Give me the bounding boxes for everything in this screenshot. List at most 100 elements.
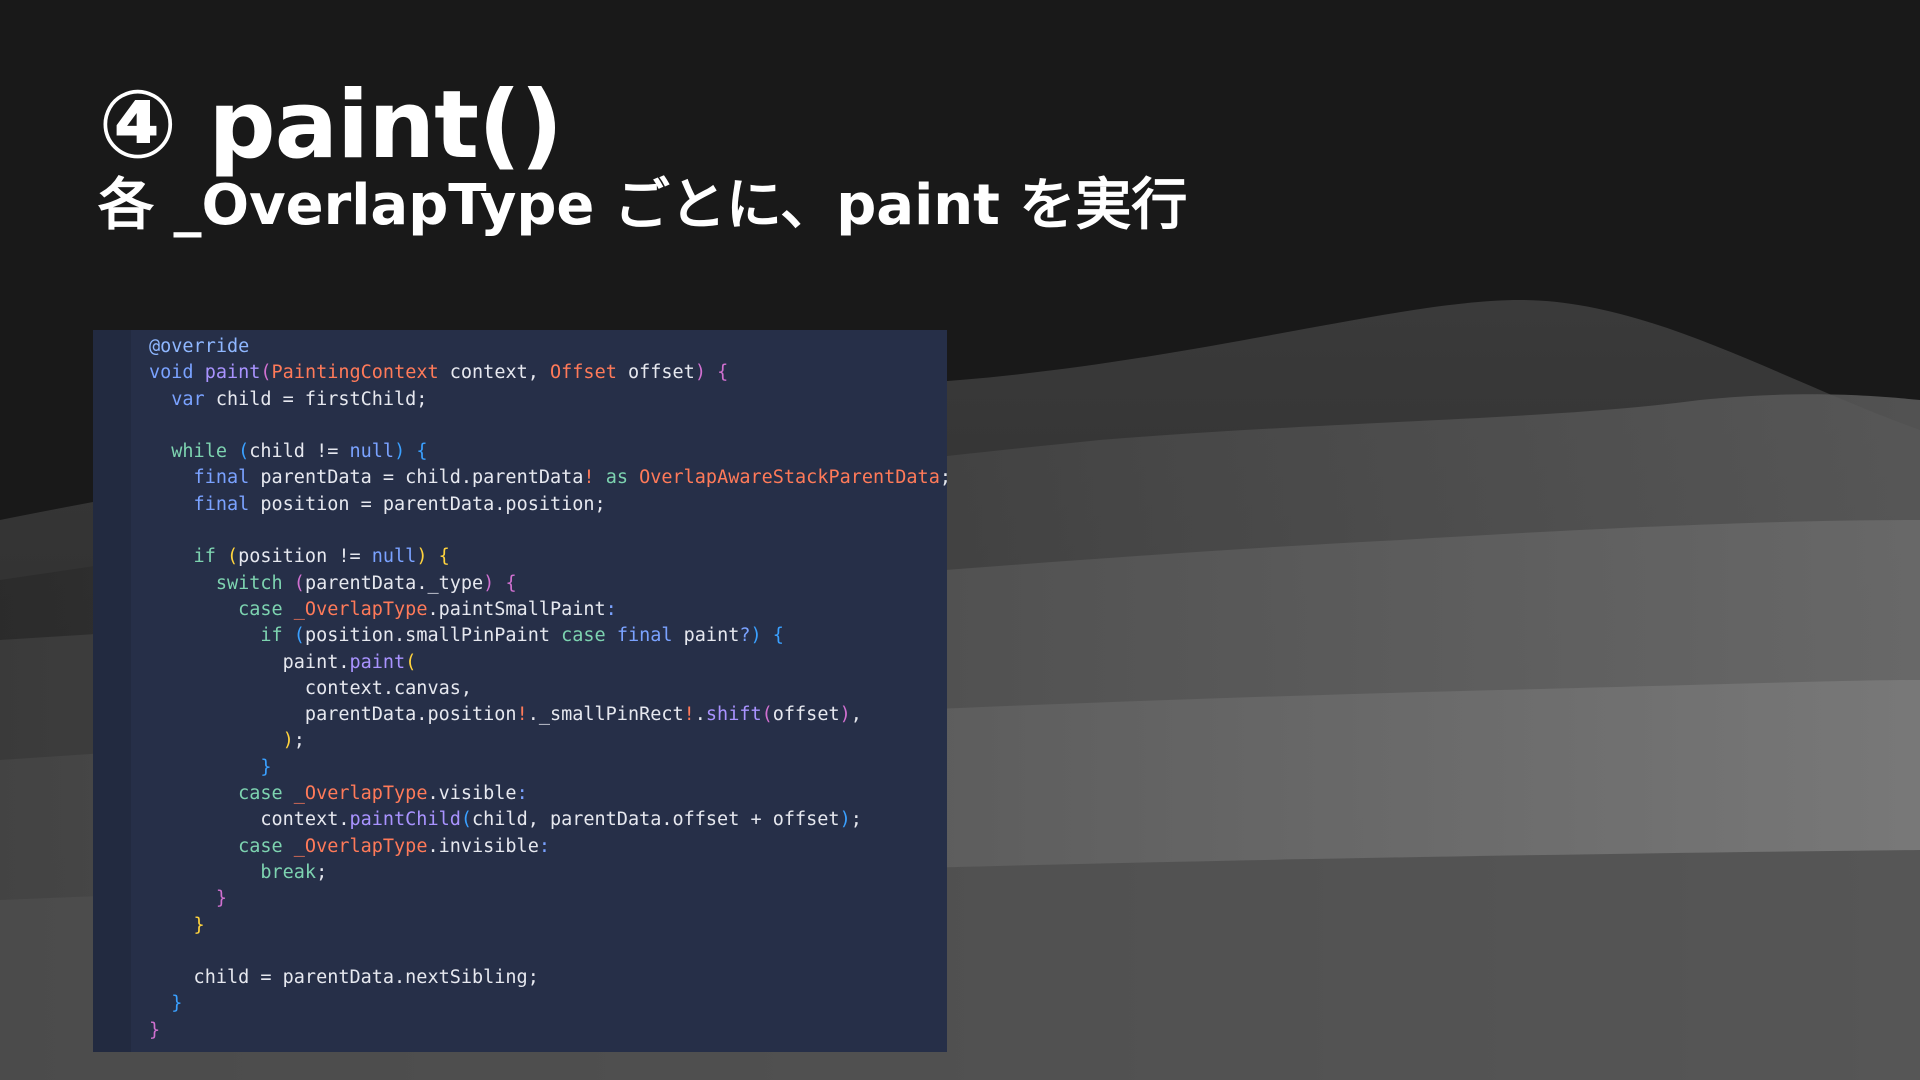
code-token: (	[293, 572, 305, 594]
code-token: {	[438, 546, 450, 568]
code-token: {	[505, 572, 517, 594]
code-token: (	[226, 546, 239, 568]
code-line: if (position != null) {	[149, 544, 947, 570]
code-token: switch	[149, 572, 294, 594]
code-token: final	[149, 493, 261, 515]
code-token: parentData = child.parentData	[260, 467, 584, 489]
code-line: @override	[149, 334, 947, 360]
code-line: }	[149, 991, 947, 1017]
code-line: parentData.position!._smallPinRect!.shif…	[149, 702, 947, 728]
code-token: paint.	[149, 651, 350, 673]
code-token: !	[683, 704, 695, 726]
slide-subtitle: 各 _OverlapType ごとに、paint を実行	[98, 173, 1188, 238]
code-token: shift	[705, 704, 762, 726]
code-token: .visible	[427, 783, 517, 805]
code-token: var	[149, 388, 216, 410]
code-token: }	[149, 888, 227, 910]
code-token: null	[349, 441, 395, 463]
code-line: void paint(PaintingContext context, Offs…	[149, 360, 947, 386]
code-line: }	[149, 1018, 947, 1044]
code-line: final parentData = child.parentData! as …	[149, 465, 947, 491]
code-line: switch (parentData._type) {	[149, 571, 947, 597]
code-token: void	[149, 362, 205, 384]
code-token: null	[371, 546, 417, 568]
code-token: ;	[940, 467, 947, 488]
code-token: {	[772, 625, 784, 647]
code-line: case _OverlapType.visible:	[149, 781, 947, 807]
code-token: paint	[204, 362, 261, 384]
code-token: context.	[149, 809, 350, 831]
code-line: }	[149, 755, 947, 781]
code-line: }	[149, 886, 947, 912]
code-token: if	[149, 625, 294, 647]
code-token: {	[717, 362, 729, 384]
code-token: offset	[616, 362, 695, 384]
code-token: }	[149, 914, 205, 936]
code-token: !	[516, 704, 528, 726]
code-line: paint.paint(	[149, 650, 947, 676]
code-line: case _OverlapType.paintSmallPaint:	[149, 597, 947, 623]
code-token: child !=	[249, 441, 350, 463]
code-token: (	[761, 704, 773, 726]
code-token: (	[293, 625, 305, 647]
code-token: )	[750, 625, 773, 647]
code-token: )	[483, 572, 506, 594]
code-token: paint	[683, 625, 740, 647]
code-token: parentData._type	[304, 572, 484, 594]
code-token: ._smallPinRect	[527, 704, 684, 726]
code-token: @override	[149, 336, 250, 357]
code-line: context.paintChild(child, parentData.off…	[149, 807, 947, 833]
code-token: :	[605, 598, 617, 620]
code-token: as	[605, 467, 640, 489]
code-token: child = parentData.nextSibling;	[149, 967, 539, 989]
code-token: !	[583, 467, 606, 489]
code-token: ,	[850, 704, 862, 726]
code-token: case	[561, 625, 617, 647]
code-token: )	[694, 362, 718, 384]
code-token: case	[149, 835, 294, 857]
code-token: )	[839, 809, 851, 831]
code-line: );	[149, 728, 947, 754]
code-token: }	[149, 1019, 161, 1041]
code-token: paintChild	[349, 809, 461, 831]
code-token: :	[516, 783, 528, 805]
code-token: _OverlapType	[293, 783, 428, 805]
code-token: .paintSmallPaint	[427, 598, 606, 620]
code-token: PaintingContext	[271, 362, 439, 384]
code-token: .invisible	[427, 835, 539, 857]
code-token: OverlapAwareStackParentData	[639, 467, 940, 489]
code-token: ;	[293, 730, 305, 752]
code-token: position = parentData.position;	[260, 493, 606, 515]
code-token: {	[416, 441, 428, 463]
code-token: (	[238, 441, 250, 463]
code-token: case	[149, 783, 294, 805]
code-token: :	[538, 835, 550, 857]
code-panel: @override void paint(PaintingContext cont…	[93, 330, 947, 1052]
code-token: ?	[739, 625, 751, 647]
code-token: position !=	[238, 546, 372, 568]
code-token: paint	[349, 651, 406, 673]
code-token: offset	[772, 704, 840, 726]
code-line: child = parentData.nextSibling;	[149, 965, 947, 991]
code-token: if	[149, 546, 227, 568]
code-token: }	[149, 756, 272, 778]
code-token: parentData.position	[149, 704, 517, 726]
code-token: position.smallPinPaint	[304, 625, 562, 647]
code-line: break;	[149, 860, 947, 886]
code-token: case	[149, 598, 294, 620]
code-token: .	[694, 704, 706, 726]
code-line: while (child != null) {	[149, 439, 947, 465]
code-token: child, parentData.offset + offset	[472, 809, 840, 831]
code-token: )	[839, 704, 851, 726]
code-token: ;	[316, 861, 328, 883]
code-token: final	[616, 625, 684, 647]
code-line: context.canvas,	[149, 676, 947, 702]
code-gutter	[93, 330, 131, 1052]
code-token: ;	[850, 809, 862, 831]
code-token: (	[460, 809, 473, 831]
code-line: var child = firstChild;	[149, 387, 947, 413]
code-token: context.canvas,	[149, 677, 473, 699]
code-token: break	[149, 861, 317, 883]
